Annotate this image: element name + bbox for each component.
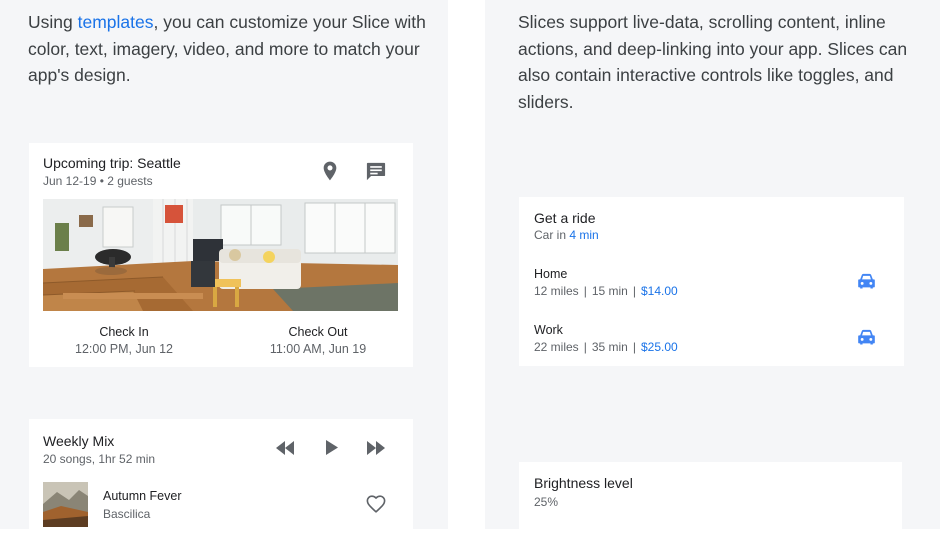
rewind-icon[interactable]	[275, 441, 295, 455]
ride-distance: 22 miles	[534, 340, 579, 354]
ride-slice-card[interactable]: Get a ride Car in 4 min Home 12 miles | 15…	[519, 197, 904, 366]
templates-link[interactable]: templates	[78, 12, 154, 32]
ride-time: 35 min	[591, 340, 628, 354]
trip-slice-card[interactable]: Upcoming trip: Seattle Jun 12-19 • 2 gue…	[29, 143, 413, 367]
weekly-mix-slice-card[interactable]: Weekly Mix 20 songs, 1hr 52 min Autumn F…	[29, 419, 413, 534]
ride-price: $25.00	[640, 340, 678, 354]
ride-destination: Work	[534, 323, 563, 337]
templates-intro: Using templates, you can customize your …	[28, 9, 428, 89]
car-icon[interactable]	[857, 329, 876, 345]
trip-title: Upcoming trip: Seattle	[43, 155, 181, 171]
ride-title: Get a ride	[534, 210, 596, 226]
separator: |	[583, 340, 587, 354]
ride-time: 15 min	[591, 284, 628, 298]
ride-eta: 4 min	[569, 228, 599, 242]
brightness-title: Brightness level	[534, 475, 633, 491]
check-in-value: 12:00 PM, Jun 12	[75, 342, 173, 356]
ride-details: 12 miles | 15 min | $14.00	[534, 284, 678, 298]
brightness-slice-card[interactable]: Brightness level 25%	[519, 462, 902, 532]
song-artist: Bascilica	[103, 507, 151, 521]
ride-subtitle: Car in 4 min	[534, 228, 599, 242]
ride-destination: Home	[534, 267, 568, 281]
trip-subtitle: Jun 12-19 • 2 guests	[43, 174, 153, 188]
separator: |	[583, 284, 587, 298]
location-pin-icon[interactable]	[322, 161, 338, 181]
play-icon[interactable]	[325, 440, 338, 455]
ride-details: 22 miles | 35 min | $25.00	[534, 340, 678, 354]
mix-title: Weekly Mix	[43, 433, 115, 449]
message-icon[interactable]	[366, 162, 386, 181]
check-out-label: Check Out	[288, 325, 348, 339]
slices-intro: Slices support live-data, scrolling cont…	[518, 12, 908, 112]
song-title: Autumn Fever	[103, 489, 182, 503]
separator: |	[632, 284, 636, 298]
living-room-photo	[43, 199, 398, 311]
heart-icon[interactable]	[366, 495, 386, 513]
check-in-label: Check In	[99, 325, 149, 339]
mix-subtitle: 20 songs, 1hr 52 min	[43, 452, 156, 466]
brightness-value: 25%	[534, 495, 559, 509]
separator: |	[632, 340, 636, 354]
ride-subtitle-prefix: Car in	[534, 228, 570, 242]
check-out-value: 11:00 AM, Jun 19	[269, 342, 367, 356]
intro-prefix: Using	[28, 12, 78, 32]
car-icon[interactable]	[857, 273, 876, 289]
ride-distance: 12 miles	[534, 284, 579, 298]
check-out: Check Out 11:00 AM, Jun 19	[243, 325, 393, 356]
album-art	[43, 482, 88, 527]
fast-forward-icon[interactable]	[366, 441, 386, 455]
ride-price: $14.00	[640, 284, 678, 298]
check-in: Check In 12:00 PM, Jun 12	[49, 325, 199, 356]
